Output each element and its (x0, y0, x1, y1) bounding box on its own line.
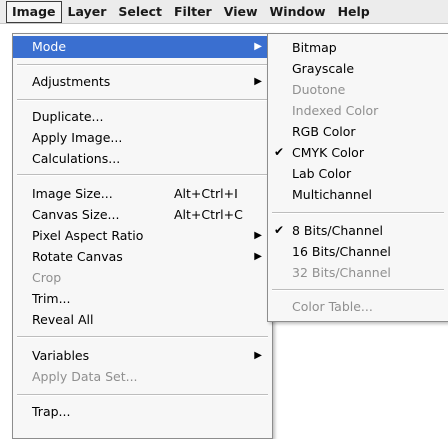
menu-separator (17, 174, 268, 176)
submenu-item-lab-color[interactable]: Lab Color (268, 163, 448, 184)
submenu-item-label: Indexed Color (292, 103, 379, 118)
menu-item-image-size[interactable]: Image Size... Alt+Ctrl+I (13, 183, 272, 205)
menu-item-label: Pixel Aspect Ratio (32, 228, 144, 243)
submenu-arrow-icon: ▶ (254, 41, 262, 52)
submenu-arrow-icon: ▶ (254, 350, 262, 361)
menu-view[interactable]: View (218, 1, 264, 23)
submenu-item-label: Lab Color (292, 166, 352, 181)
shortcut-label: Alt+Ctrl+C (174, 207, 243, 222)
menu-item-canvas-size[interactable]: Canvas Size... Alt+Ctrl+C (13, 204, 272, 226)
menu-item-label: Trap... (32, 404, 71, 419)
submenu-item-label: Color Table... (292, 299, 373, 314)
submenu-item-32-bits[interactable]: 32 Bits/Channel (268, 262, 448, 283)
menu-item-mode[interactable]: Mode ▶ (13, 36, 272, 58)
menu-item-trap[interactable]: Trap... (13, 401, 272, 423)
submenu-item-color-table[interactable]: Color Table... (268, 296, 448, 317)
submenu-item-grayscale[interactable]: Grayscale (268, 58, 448, 79)
submenu-item-label: Duotone (292, 82, 346, 97)
submenu-item-16-bits[interactable]: 16 Bits/Channel (268, 241, 448, 262)
submenu-item-label: Multichannel (292, 187, 373, 202)
menu-item-label: Duplicate... (32, 109, 104, 124)
checkmark-icon: ✔ (274, 145, 285, 159)
menu-item-adjustments[interactable]: Adjustments ▶ (13, 71, 272, 93)
submenu-item-label: Bitmap (292, 40, 337, 55)
submenu-item-label: RGB Color (292, 124, 356, 139)
menu-item-label: Calculations... (32, 151, 121, 166)
submenu-separator (272, 289, 444, 291)
submenu-arrow-icon: ▶ (254, 251, 262, 262)
menu-filter[interactable]: Filter (168, 1, 218, 23)
menu-item-rotate-canvas[interactable]: Rotate Canvas ▶ (13, 246, 272, 268)
menu-item-label: Trim... (32, 291, 71, 306)
menu-separator (17, 394, 268, 396)
submenu-item-rgb-color[interactable]: RGB Color (268, 121, 448, 142)
submenu-item-8-bits[interactable]: ✔ 8 Bits/Channel (268, 220, 448, 241)
submenu-item-label: 8 Bits/Channel (292, 223, 383, 238)
submenu-item-label: 32 Bits/Channel (292, 265, 391, 280)
menu-image[interactable]: Image (6, 0, 62, 23)
submenu-item-cmyk-color[interactable]: ✔ CMYK Color (268, 142, 448, 163)
menu-item-label: Rotate Canvas (32, 249, 123, 264)
menu-item-label: Apply Data Set... (32, 369, 138, 384)
menu-help[interactable]: Help (332, 1, 376, 23)
menu-item-reveal-all[interactable]: Reveal All (13, 309, 272, 331)
menu-item-label: Reveal All (32, 312, 94, 327)
menu-item-apply-image[interactable]: Apply Image... (13, 127, 272, 149)
image-menu-dropdown: Mode ▶ Adjustments ▶ Duplicate... Apply … (12, 33, 273, 439)
mode-submenu: Bitmap Grayscale Duotone Indexed Color R… (267, 33, 448, 322)
menu-item-label: Canvas Size... (32, 207, 120, 222)
submenu-item-duotone[interactable]: Duotone (268, 79, 448, 100)
menu-item-apply-data-set[interactable]: Apply Data Set... (13, 366, 272, 388)
submenu-item-label: CMYK Color (292, 145, 364, 160)
menu-item-label: Adjustments (32, 74, 111, 89)
menu-item-pixel-aspect-ratio[interactable]: Pixel Aspect Ratio ▶ (13, 225, 272, 247)
submenu-item-label: 16 Bits/Channel (292, 244, 391, 259)
menu-item-label: Variables (32, 348, 90, 363)
menu-select[interactable]: Select (112, 1, 168, 23)
submenu-item-bitmap[interactable]: Bitmap (268, 37, 448, 58)
shortcut-label: Alt+Ctrl+I (174, 186, 238, 201)
menu-separator (17, 336, 268, 338)
menu-item-label: Apply Image... (32, 130, 123, 145)
menu-item-trim[interactable]: Trim... (13, 288, 272, 310)
submenu-item-multichannel[interactable]: Multichannel (268, 184, 448, 205)
submenu-item-label: Grayscale (292, 61, 355, 76)
menu-item-calculations[interactable]: Calculations... (13, 148, 272, 170)
menu-item-label: Image Size... (32, 186, 113, 201)
checkmark-icon: ✔ (274, 223, 285, 237)
menu-layer[interactable]: Layer (62, 1, 113, 23)
menu-window[interactable]: Window (264, 1, 332, 23)
menu-separator (17, 64, 268, 66)
menu-item-variables[interactable]: Variables ▶ (13, 345, 272, 367)
menu-bar: Image Layer Select Filter View Window He… (0, 0, 448, 24)
submenu-arrow-icon: ▶ (254, 230, 262, 241)
menu-item-crop[interactable]: Crop (13, 267, 272, 289)
menu-separator (17, 99, 268, 101)
menu-item-label: Crop (32, 270, 62, 285)
submenu-arrow-icon: ▶ (254, 76, 262, 87)
menu-item-label: Mode (32, 39, 67, 54)
submenu-item-indexed-color[interactable]: Indexed Color (268, 100, 448, 121)
menu-item-duplicate[interactable]: Duplicate... (13, 106, 272, 128)
submenu-separator (272, 212, 444, 214)
